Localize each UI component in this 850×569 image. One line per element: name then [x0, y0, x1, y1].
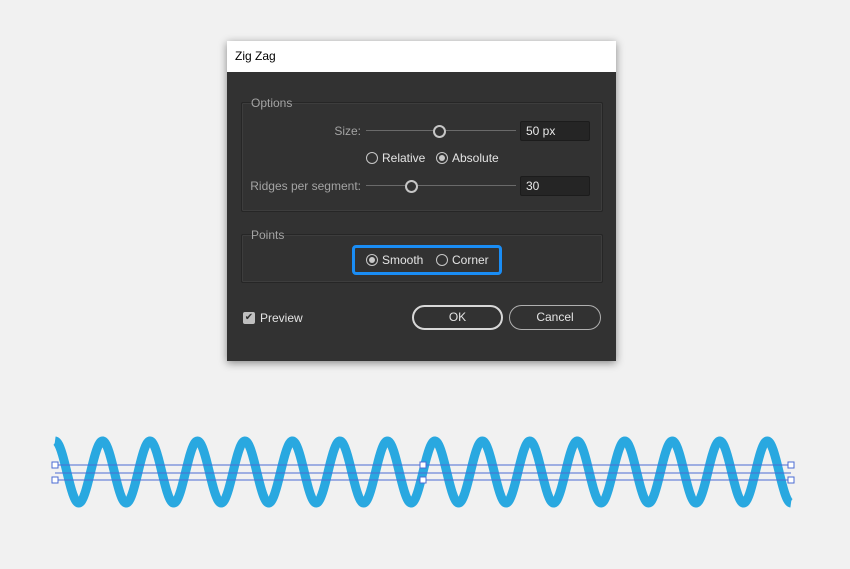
selection-bounding-box [51, 461, 795, 484]
handle-top-center[interactable] [419, 461, 427, 469]
handle-bottom-center[interactable] [419, 476, 427, 484]
handle-bottom-right[interactable] [787, 476, 795, 484]
wave-path[interactable] [53, 436, 793, 508]
zigzag-artwork [51, 436, 795, 508]
handle-top-right[interactable] [787, 461, 795, 469]
handle-bottom-left[interactable] [51, 476, 59, 484]
handle-top-left[interactable] [51, 461, 59, 469]
